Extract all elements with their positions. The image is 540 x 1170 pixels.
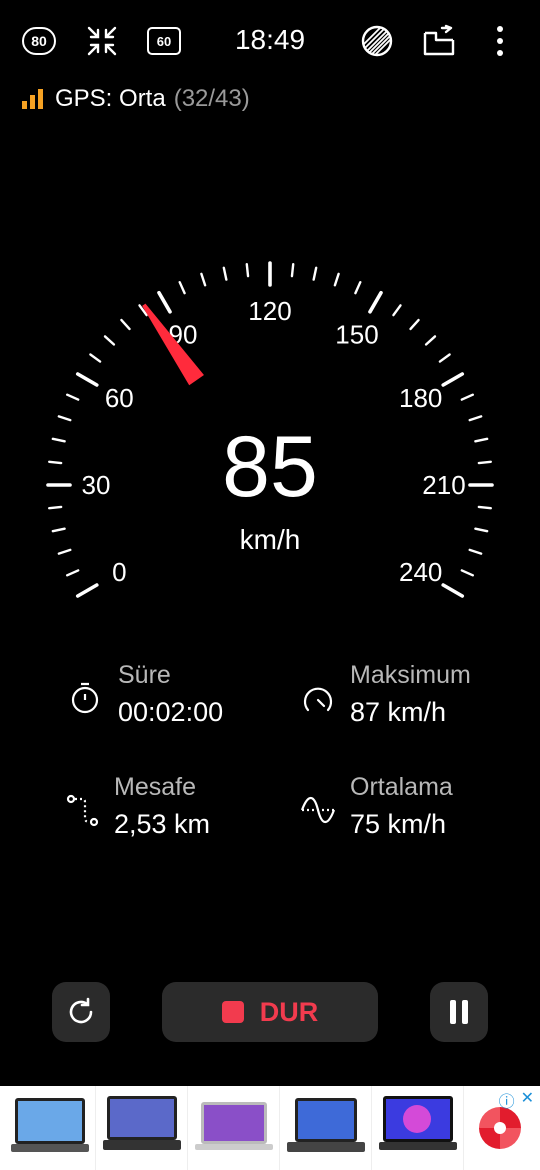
stat-value: 00:02:00 — [118, 697, 224, 727]
ad-product-laptop[interactable] — [372, 1086, 464, 1170]
gauge-tick-label: 120 — [248, 296, 291, 326]
ad-product-laptop[interactable] — [280, 1086, 372, 1170]
gauge-minor-tick — [460, 569, 475, 577]
gauge-tick-label: 30 — [82, 470, 111, 500]
clock: 18:49 — [234, 24, 306, 55]
gauge-minor-tick — [354, 280, 362, 295]
gauge-major-tick — [368, 290, 383, 314]
gauge-minor-tick — [333, 272, 340, 287]
gauge-minor-tick — [48, 505, 63, 510]
rotate-screen-icon[interactable] — [422, 23, 456, 59]
speed-limit-button[interactable]: 80 — [22, 23, 56, 59]
gauge-minor-tick — [424, 335, 437, 346]
gauge-minor-tick — [57, 548, 72, 555]
stat-value: 75 km/h — [350, 809, 447, 839]
gauge-minor-tick — [120, 318, 131, 331]
ad-product-laptop[interactable] — [188, 1086, 280, 1170]
gauge-minor-tick — [460, 393, 475, 401]
gauge-minor-tick — [65, 569, 80, 577]
gauge-minor-tick — [474, 437, 489, 443]
gauge-minor-tick — [57, 415, 72, 422]
stat-value: 2,53 km — [114, 809, 211, 839]
pause-button[interactable] — [430, 982, 488, 1042]
stat-max-speed: Maksimum 87 km/h — [300, 658, 471, 732]
gauge-tick-label: 180 — [399, 383, 442, 413]
top-bar: 80 60 18:49 — [0, 0, 540, 82]
gauge-major-tick — [441, 372, 465, 387]
gps-status: GPS: Orta (32/43) — [22, 84, 250, 114]
pause-icon — [450, 1000, 468, 1024]
gauge-minor-tick — [438, 353, 451, 363]
gauge-minor-tick — [245, 263, 250, 278]
gauge-minor-tick — [222, 266, 228, 281]
gauge-minor-tick — [468, 548, 483, 555]
gauge-minor-tick — [65, 393, 80, 401]
compact-view-icon[interactable] — [86, 23, 118, 59]
gauge-major-tick — [157, 290, 172, 314]
gauge-minor-tick — [409, 318, 420, 331]
gauge-minor-tick — [200, 272, 207, 287]
stat-label: Maksimum — [350, 661, 471, 689]
stop-icon — [221, 1001, 244, 1023]
average-wave-icon — [300, 796, 336, 824]
ad-controls: ⓘ ✕ — [499, 1088, 534, 1112]
gps-satellite-count: (32/43) — [173, 85, 250, 112]
gauge-tick-label: 60 — [105, 383, 134, 413]
gauge-minor-tick — [89, 353, 102, 363]
gauge-tick-label: 0 — [112, 557, 126, 587]
stat-average-speed: Ortalama 75 km/h — [300, 770, 453, 844]
speed-limit-badge: 80 — [22, 27, 56, 55]
gauge-minor-tick — [290, 263, 295, 278]
ad-banner[interactable] — [0, 1086, 540, 1170]
current-speed: 85 — [222, 419, 318, 515]
gauge-major-tick — [75, 372, 99, 387]
gauge-major-tick — [75, 583, 99, 598]
stat-label: Süre — [118, 661, 171, 689]
gauge-tick-label: 240 — [399, 557, 442, 587]
stat-label: Mesafe — [114, 773, 196, 801]
stop-button[interactable]: DUR — [162, 982, 378, 1042]
speed-unit: km/h — [239, 524, 301, 555]
gauge-minor-tick — [477, 460, 492, 465]
gps-label: GPS: Orta — [55, 85, 166, 112]
gauge-minor-tick — [312, 266, 318, 281]
gauge-tick-label: 210 — [422, 470, 465, 500]
hud-button[interactable]: 60 — [147, 23, 181, 59]
gauge-minor-tick — [468, 415, 483, 422]
stop-label: DUR — [259, 996, 319, 1027]
gauge-minor-tick — [474, 527, 489, 533]
ad-product-laptop[interactable] — [4, 1086, 96, 1170]
ad-info-icon[interactable]: ⓘ — [499, 1088, 515, 1112]
gauge-minor-tick — [51, 437, 66, 443]
stat-label: Ortalama — [350, 773, 453, 801]
theme-toggle-icon[interactable] — [360, 23, 394, 59]
reset-button[interactable] — [52, 982, 110, 1042]
stopwatch-icon — [71, 682, 99, 714]
gauge-tick-label: 150 — [335, 319, 378, 349]
route-icon — [66, 794, 99, 827]
gauge-minor-tick — [103, 335, 116, 346]
hud-badge: 60 — [147, 27, 181, 55]
refresh-icon — [69, 997, 93, 1024]
gauge-major-tick — [441, 583, 465, 598]
gauge-minor-tick — [51, 527, 66, 533]
gauge-minor-tick — [477, 505, 492, 510]
ad-close-icon[interactable]: ✕ — [521, 1088, 534, 1112]
gauge-minor-tick — [178, 280, 186, 295]
stat-duration: Süre 00:02:00 — [68, 658, 223, 732]
gauge-minor-tick — [48, 460, 63, 465]
stat-distance: Mesafe 2,53 km — [64, 770, 210, 844]
gauge-minor-tick — [392, 304, 402, 317]
ad-product-laptop[interactable] — [96, 1086, 188, 1170]
gauge-icon — [303, 687, 333, 712]
stat-value: 87 km/h — [350, 697, 447, 727]
gps-signal-icon — [22, 89, 43, 109]
more-menu-icon[interactable] — [490, 23, 510, 59]
